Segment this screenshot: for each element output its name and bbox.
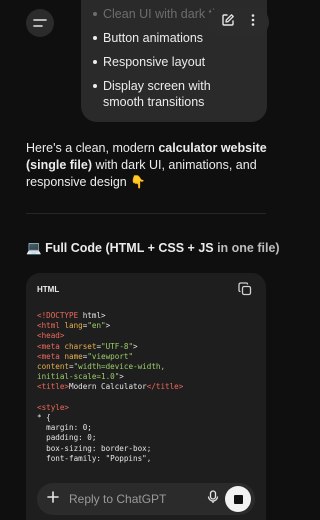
edit-button[interactable] <box>221 13 235 32</box>
copy-button[interactable] <box>238 282 252 301</box>
more-vertical-icon <box>251 13 254 26</box>
section-heading: 💻 Full Code (HTML + CSS + JS in one file… <box>26 241 280 256</box>
code-language-label: HTML <box>37 285 60 294</box>
code-content: <!DOCTYPE html> <html lang="en"> <head> … <box>37 311 184 463</box>
plus-icon <box>47 491 59 503</box>
top-actions <box>207 7 269 37</box>
copy-icon <box>238 282 252 296</box>
stop-icon <box>233 494 243 504</box>
menu-icon <box>33 19 47 27</box>
assistant-message: Here's a clean, modern calculator websit… <box>26 140 270 191</box>
microphone-icon <box>207 489 219 503</box>
laptop-emoji: 💻 <box>26 241 42 255</box>
message-input[interactable] <box>69 492 207 506</box>
add-attachment-button[interactable] <box>47 490 59 508</box>
edit-icon <box>221 13 234 26</box>
list-item: Responsive layout <box>93 54 255 70</box>
menu-button[interactable] <box>26 9 54 37</box>
stop-generating-button[interactable] <box>225 486 251 512</box>
composer <box>37 483 255 515</box>
message-text: Here's a clean, modern <box>26 141 159 155</box>
pointing-down-emoji: 👇 <box>130 175 146 189</box>
more-options-button[interactable] <box>250 13 256 32</box>
voice-input-button[interactable] <box>207 489 219 509</box>
heading-text-dim: in one file) <box>213 241 280 255</box>
heading-text: Full Code (HTML + CSS + JS <box>45 241 214 255</box>
list-item: Display screen with smooth transitions <box>93 78 255 110</box>
divider <box>26 213 266 214</box>
